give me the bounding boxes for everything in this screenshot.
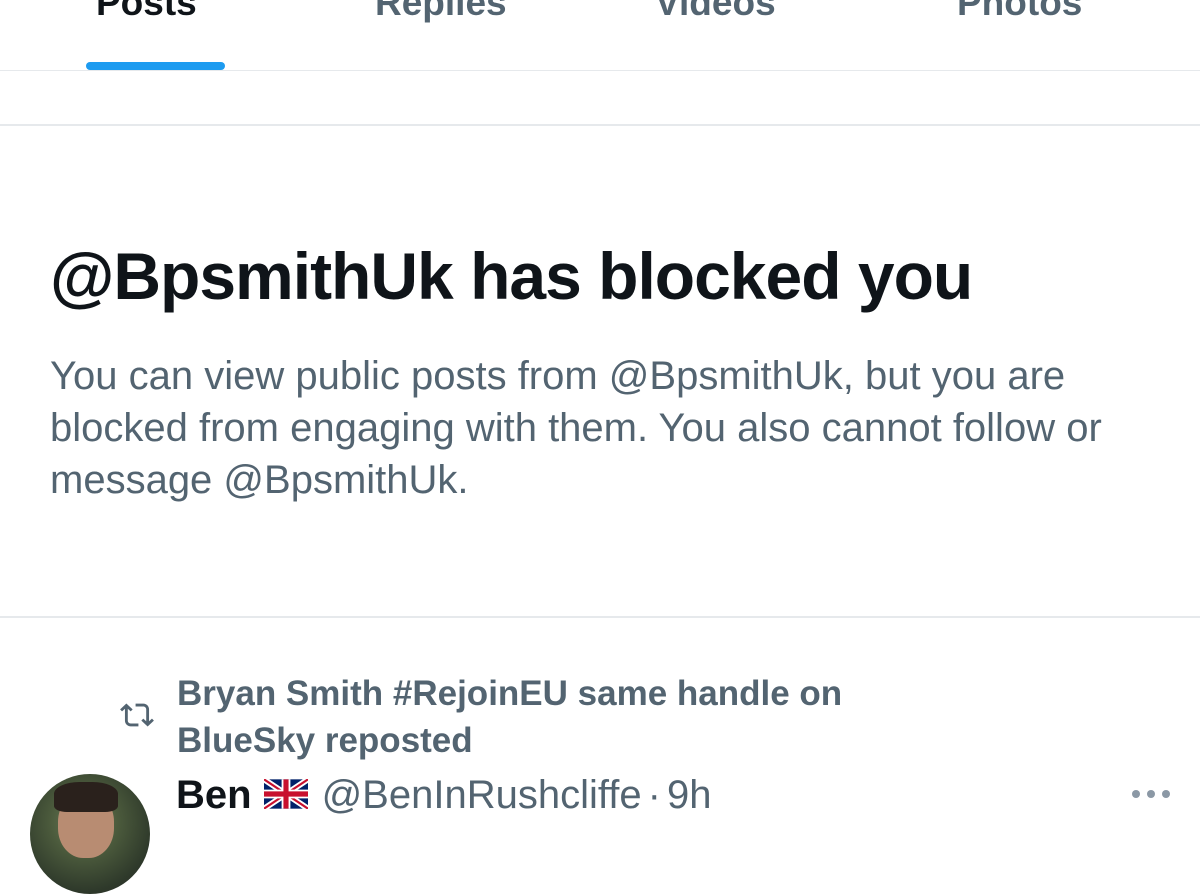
profile-tabs: Posts Replies Videos Photos [0, 0, 1200, 71]
avatar-hair [54, 782, 118, 812]
author-handle[interactable]: @BenInRushcliffe [322, 773, 642, 817]
separator-dot: · [647, 773, 661, 817]
tab-posts[interactable]: Posts [96, 0, 197, 24]
repost-icon [120, 703, 154, 727]
divider [0, 616, 1200, 618]
avatar[interactable] [30, 774, 150, 894]
more-options-icon[interactable] [1132, 786, 1172, 802]
active-tab-indicator [86, 62, 225, 70]
blocked-title: @BpsmithUk has blocked you [50, 239, 973, 313]
post-timestamp[interactable]: 9h [667, 773, 712, 817]
tab-replies[interactable]: Replies [375, 0, 507, 24]
tab-photos[interactable]: Photos [957, 0, 1082, 24]
divider [0, 124, 1200, 126]
blocked-description: You can view public posts from @BpsmithU… [50, 354, 1102, 502]
tab-videos[interactable]: Videos [655, 0, 776, 24]
uk-flag-icon [263, 779, 308, 810]
repost-label[interactable]: Bryan Smith #RejoinEU same handle on Blu… [177, 670, 957, 764]
author-name[interactable]: Ben [176, 773, 252, 817]
